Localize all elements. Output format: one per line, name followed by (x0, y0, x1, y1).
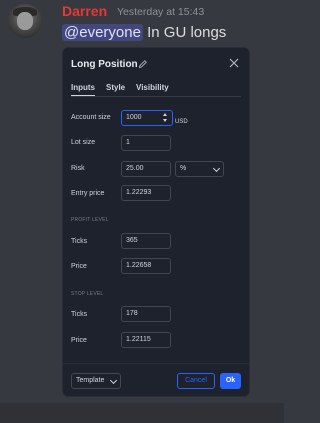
position-settings-dialog: Long Position Inputs Style Visibility Ac… (62, 47, 250, 397)
account-size-label: Account size (71, 114, 111, 121)
stop-level-heading: STOP LEVEL (71, 291, 104, 297)
lot-size-input[interactable]: 1 (121, 135, 171, 151)
tab-inputs[interactable]: Inputs (71, 83, 95, 97)
avatar-face (17, 12, 33, 30)
spinner-arrows-icon[interactable] (163, 112, 169, 124)
dialog-title: Long Position (71, 59, 138, 70)
entry-price-input[interactable]: 1.22293 (121, 185, 171, 201)
message-body: In GU longs (142, 24, 227, 41)
stop-price-label: Price (71, 337, 87, 344)
message-text: @everyone In GU longs (62, 24, 226, 41)
stop-ticks-label: Ticks (71, 311, 88, 318)
risk-type-value: % (180, 165, 187, 172)
close-icon[interactable] (228, 57, 240, 69)
mention[interactable]: @everyone (62, 24, 143, 41)
avatar[interactable] (8, 4, 42, 38)
cancel-button[interactable]: Cancel (177, 373, 215, 389)
chevron-down-icon (109, 376, 118, 385)
ok-button[interactable]: Ok (220, 373, 241, 389)
profit-level-heading: PROFIT LEVEL (71, 217, 109, 223)
account-currency: USD (175, 119, 188, 125)
risk-input[interactable]: 25.00 (121, 161, 171, 177)
template-label: Template (76, 377, 105, 384)
stop-ticks-input[interactable]: 178 (121, 306, 171, 322)
chat-area: Darren Yesterday at 15:43 @everyone In G… (0, 0, 284, 403)
username[interactable]: Darren (62, 3, 107, 19)
profit-ticks-label: Ticks (71, 238, 88, 245)
footer-divider (63, 363, 249, 364)
account-size-value: 1000 (126, 114, 142, 121)
lot-size-label: Lot size (71, 139, 96, 146)
risk-type-select[interactable]: % (175, 161, 224, 177)
entry-price-label: Entry price (71, 190, 105, 197)
profit-price-input[interactable]: 1.22658 (121, 258, 171, 274)
stop-price-input[interactable]: 1.22115 (121, 332, 171, 348)
template-dropdown[interactable]: Template (71, 373, 121, 389)
pencil-icon[interactable] (138, 59, 148, 69)
message-input-bar[interactable] (0, 403, 284, 423)
profit-price-label: Price (71, 263, 87, 270)
chevron-down-icon (212, 164, 221, 173)
tab-visibility[interactable]: Visibility (136, 83, 169, 92)
tab-style[interactable]: Style (106, 83, 125, 92)
account-size-input[interactable]: 1000 (121, 110, 173, 126)
timestamp: Yesterday at 15:43 (117, 6, 205, 18)
profit-ticks-input[interactable]: 365 (121, 233, 171, 249)
tab-divider (71, 96, 241, 97)
risk-label: Risk (71, 165, 85, 172)
